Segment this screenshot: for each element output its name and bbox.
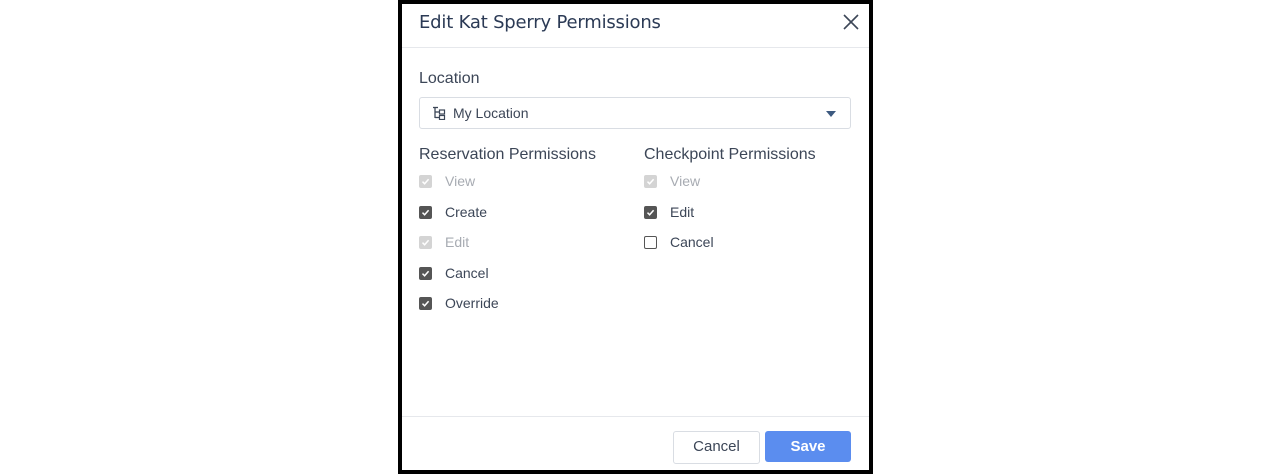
checkbox[interactable] (419, 266, 432, 280)
location-label: Location (419, 70, 480, 87)
permission-label: Edit (445, 234, 470, 250)
cancel-button[interactable]: Cancel (673, 431, 760, 464)
checkbox (419, 236, 432, 249)
checkbox[interactable] (419, 205, 432, 219)
dialog-title: Edit Kat Sperry Permissions (419, 12, 661, 33)
permission-label: Edit (670, 203, 695, 220)
close-icon[interactable] (842, 13, 860, 31)
location-tree-icon (432, 106, 446, 121)
location-select[interactable]: My Location (419, 97, 851, 129)
checkbox (419, 175, 432, 188)
dialog-footer: Cancel Save (402, 416, 869, 471)
permissions-dialog: Edit Kat Sperry Permissions Location My … (398, 0, 873, 474)
checkbox[interactable] (644, 205, 657, 219)
checkbox[interactable] (419, 297, 432, 310)
chevron-down-icon[interactable] (826, 111, 836, 117)
permission-label: View (445, 173, 476, 189)
checkbox[interactable] (644, 236, 657, 249)
permission-label: Cancel (670, 234, 714, 250)
save-button[interactable]: Save (765, 431, 851, 462)
permission-label: Create (445, 203, 488, 220)
permission-label: Override (445, 295, 499, 311)
checkbox (644, 175, 657, 188)
location-select-value: My Location (453, 105, 529, 121)
permission-label: View (670, 173, 701, 189)
permission-label: Cancel (445, 264, 489, 281)
reservation-permissions-title: Reservation Permissions (419, 146, 596, 163)
dialog-header: Edit Kat Sperry Permissions (402, 4, 869, 48)
checkpoint-permissions-title: Checkpoint Permissions (644, 146, 816, 163)
